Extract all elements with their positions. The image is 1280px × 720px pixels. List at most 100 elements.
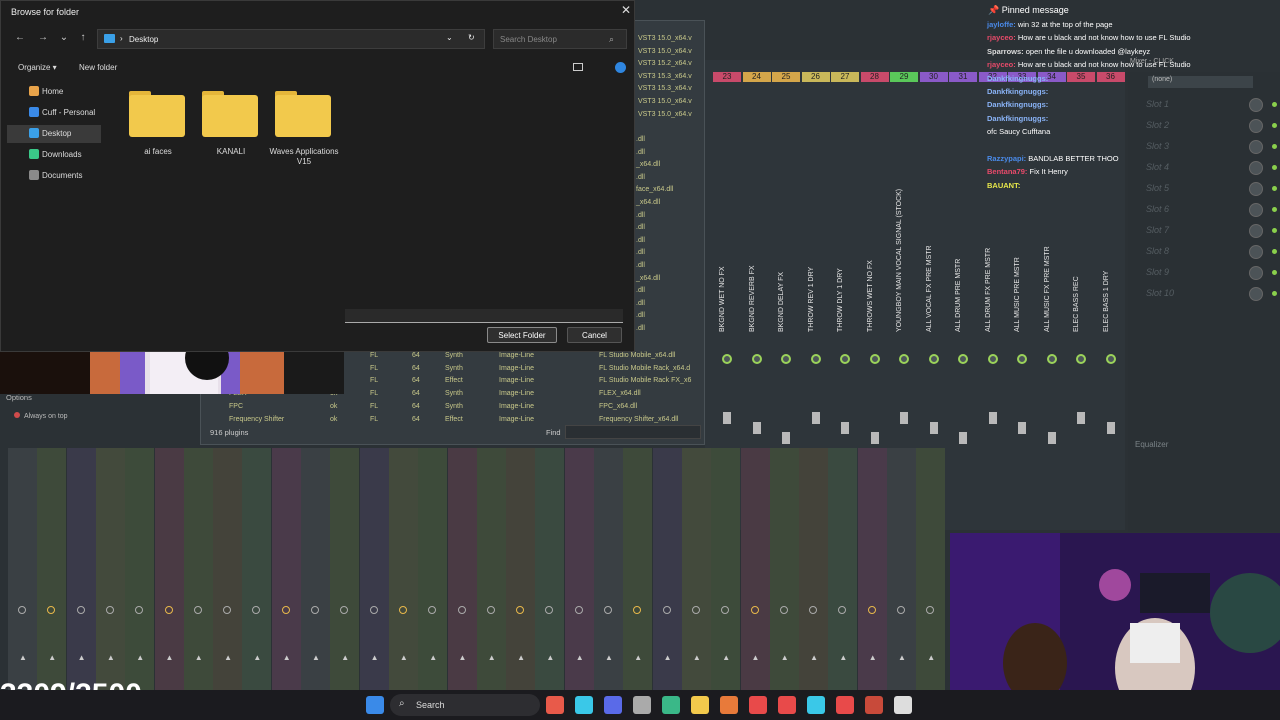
- route-arrow-icon[interactable]: ▲: [517, 653, 525, 662]
- route-arrow-icon[interactable]: ▲: [664, 653, 672, 662]
- route-arrow-icon[interactable]: ▲: [869, 653, 877, 662]
- channel-column[interactable]: ▲: [711, 448, 741, 690]
- route-arrow-icon[interactable]: ▲: [488, 653, 496, 662]
- send-knob-icon[interactable]: [76, 606, 85, 614]
- pan-knob-icon[interactable]: [1105, 354, 1116, 364]
- slot-mix-knob-icon[interactable]: [1249, 161, 1263, 175]
- channel-column[interactable]: ▲: [213, 448, 243, 690]
- send-knob-icon[interactable]: [18, 606, 26, 614]
- volume-fader[interactable]: [782, 432, 790, 444]
- send-knob-icon[interactable]: [691, 606, 700, 614]
- sidebar-item[interactable]: Downloads: [7, 146, 101, 164]
- slot-enable-dot-icon[interactable]: [1272, 291, 1277, 296]
- send-knob-icon[interactable]: [633, 606, 642, 614]
- address-dropdown-icon[interactable]: ⌄: [446, 33, 453, 42]
- slot-mix-knob-icon[interactable]: [1249, 119, 1263, 133]
- channel-column[interactable]: ▲: [330, 448, 360, 690]
- pan-knob-icon[interactable]: [781, 354, 791, 364]
- send-knob-icon[interactable]: [457, 606, 466, 614]
- slot-enable-dot-icon[interactable]: [1272, 123, 1277, 128]
- view-icon[interactable]: [573, 63, 583, 71]
- pan-knob-icon[interactable]: [751, 354, 762, 364]
- chevron-down-icon[interactable]: ⌄: [57, 32, 71, 46]
- send-knob-icon[interactable]: [604, 606, 612, 614]
- volume-fader[interactable]: [1047, 432, 1056, 444]
- channel-column[interactable]: ▲: [154, 448, 184, 690]
- send-knob-icon[interactable]: [398, 606, 407, 614]
- pan-knob-icon[interactable]: [869, 354, 880, 364]
- slot-mix-knob-icon[interactable]: [1249, 203, 1263, 217]
- mixer-slot[interactable]: Slot 8: [1136, 243, 1277, 261]
- taskbar-search[interactable]: ⌕ Search: [390, 694, 540, 716]
- route-arrow-icon[interactable]: ▲: [107, 653, 115, 662]
- mixer-slot[interactable]: Slot 9: [1136, 264, 1277, 282]
- address-bar[interactable]: › Desktop ⌄ ↻: [97, 29, 485, 49]
- route-arrow-icon[interactable]: ▲: [19, 653, 27, 662]
- windows-start-icon[interactable]: [366, 696, 384, 714]
- close-button[interactable]: ✕: [617, 3, 635, 19]
- send-knob-icon[interactable]: [252, 606, 261, 614]
- channel-column[interactable]: ▲: [828, 448, 858, 690]
- channel-column[interactable]: ▲: [242, 448, 272, 690]
- route-arrow-icon[interactable]: ▲: [166, 653, 174, 662]
- pan-knob-icon[interactable]: [958, 354, 968, 364]
- sidebar-item[interactable]: Home: [7, 83, 101, 101]
- channel-column[interactable]: ▲: [447, 448, 477, 690]
- taskbar-app-icon[interactable]: [546, 696, 564, 714]
- send-knob-icon[interactable]: [516, 606, 525, 614]
- send-knob-icon[interactable]: [838, 606, 847, 614]
- route-arrow-icon[interactable]: ▲: [810, 653, 818, 662]
- volume-fader[interactable]: [1077, 412, 1085, 424]
- route-arrow-icon[interactable]: ▲: [429, 653, 437, 662]
- new-folder-button[interactable]: New folder: [79, 63, 117, 72]
- taskbar-app-icon[interactable]: [749, 696, 767, 714]
- send-knob-icon[interactable]: [721, 606, 730, 614]
- send-knob-icon[interactable]: [574, 606, 583, 614]
- send-knob-icon[interactable]: [779, 606, 788, 614]
- slot-mix-knob-icon[interactable]: [1249, 182, 1263, 196]
- folder-item[interactable]: ai faces: [123, 89, 193, 169]
- pan-knob-icon[interactable]: [928, 354, 939, 364]
- channel-column[interactable]: ▲: [799, 448, 829, 690]
- slot-mix-knob-icon[interactable]: [1249, 287, 1263, 301]
- route-arrow-icon[interactable]: ▲: [312, 653, 320, 662]
- slot-enable-dot-icon[interactable]: [1272, 186, 1277, 191]
- slot-enable-dot-icon[interactable]: [1272, 207, 1277, 212]
- channel-column[interactable]: ▲: [359, 448, 389, 690]
- forward-arrow-icon[interactable]: →: [36, 32, 50, 46]
- send-knob-icon[interactable]: [47, 606, 56, 614]
- channel-column[interactable]: ▲: [535, 448, 565, 690]
- send-knob-icon[interactable]: [926, 606, 935, 614]
- route-arrow-icon[interactable]: ▲: [722, 653, 730, 662]
- send-knob-icon[interactable]: [340, 606, 349, 614]
- channel-column[interactable]: ▲: [8, 448, 37, 690]
- plugin-name[interactable]: Frequency Shifter: [229, 416, 284, 423]
- route-arrow-icon[interactable]: ▲: [576, 653, 584, 662]
- channel-column[interactable]: ▲: [916, 448, 946, 690]
- volume-fader[interactable]: [1018, 422, 1026, 434]
- send-knob-icon[interactable]: [486, 606, 495, 614]
- slot-enable-dot-icon[interactable]: [1272, 270, 1277, 275]
- mixer-slot[interactable]: Slot 10: [1136, 285, 1277, 303]
- volume-fader[interactable]: [1106, 422, 1115, 434]
- channel-column[interactable]: ▲: [271, 448, 301, 690]
- slot-enable-dot-icon[interactable]: [1272, 102, 1277, 107]
- route-arrow-icon[interactable]: ▲: [459, 653, 467, 662]
- route-arrow-icon[interactable]: ▲: [693, 653, 701, 662]
- route-arrow-icon[interactable]: ▲: [253, 653, 261, 662]
- taskbar-app-icon[interactable]: [633, 696, 651, 714]
- taskbar-app-icon[interactable]: [894, 696, 912, 714]
- volume-fader[interactable]: [811, 412, 820, 424]
- send-knob-icon[interactable]: [809, 606, 818, 614]
- send-knob-icon[interactable]: [662, 606, 671, 614]
- slot-mix-knob-icon[interactable]: [1249, 140, 1263, 154]
- route-arrow-icon[interactable]: ▲: [78, 653, 86, 662]
- volume-fader[interactable]: [929, 422, 938, 434]
- slot-enable-dot-icon[interactable]: [1272, 249, 1277, 254]
- slot-enable-dot-icon[interactable]: [1272, 228, 1277, 233]
- taskbar-app-icon[interactable]: [807, 696, 825, 714]
- taskbar-app-icon[interactable]: [575, 696, 593, 714]
- route-arrow-icon[interactable]: ▲: [605, 653, 613, 662]
- volume-fader[interactable]: [752, 422, 761, 434]
- find-input[interactable]: [565, 425, 701, 439]
